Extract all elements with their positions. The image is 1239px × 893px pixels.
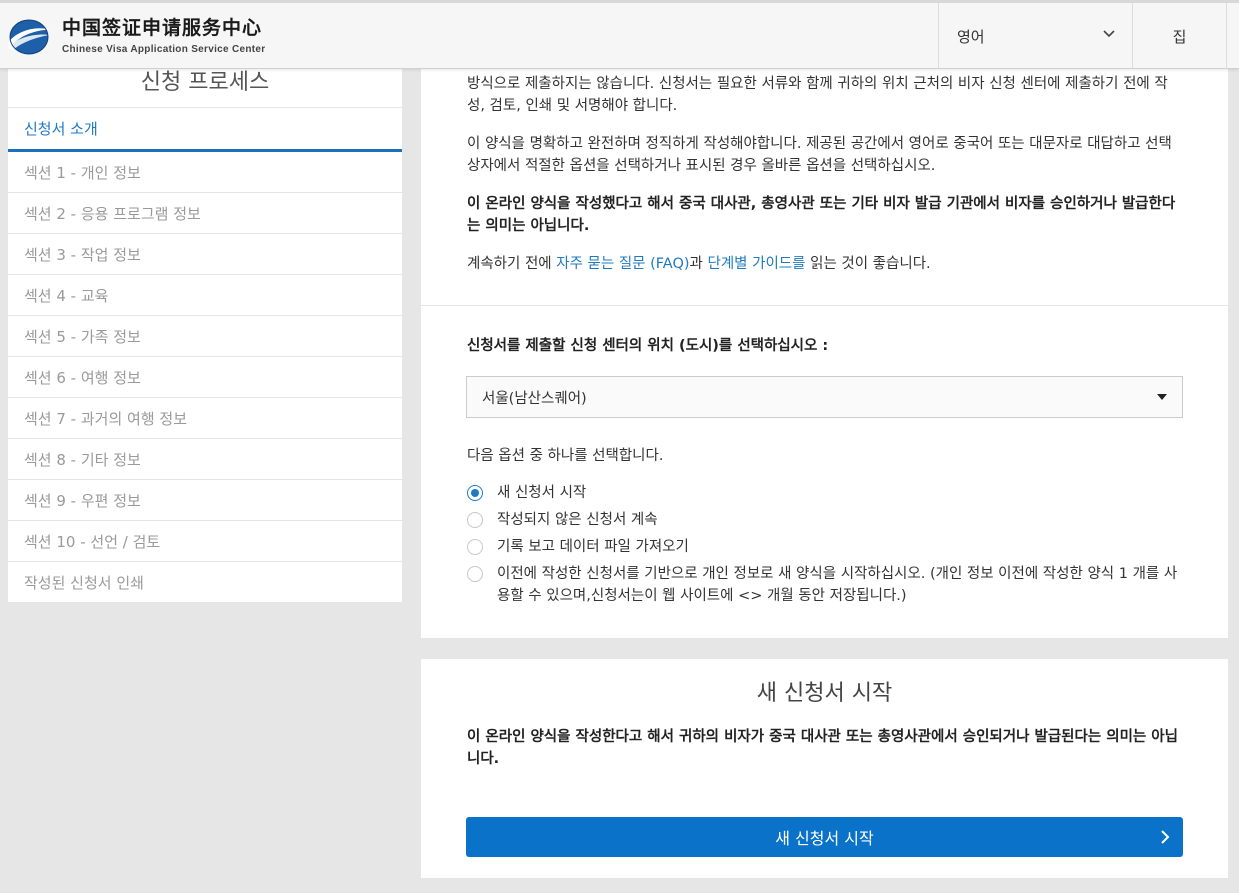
home-link[interactable]: 집 (1132, 3, 1227, 69)
intro-paragraph-1: 방식으로 제출하지는 않습니다. 신청서는 필요한 서류와 함께 귀하의 위치 … (467, 76, 1168, 114)
visa-center-logo-icon[interactable] (6, 17, 52, 57)
sidebar-item-section-9[interactable]: 섹션 9 - 우편 정보 (8, 480, 402, 521)
sidebar-item-section-2[interactable]: 섹션 2 - 응용 프로그램 정보 (8, 193, 402, 234)
chevron-right-icon (1161, 830, 1170, 844)
sidebar-item-print[interactable]: 작성된 신청서 인쇄 (8, 562, 402, 603)
options-label: 다음 옵션 중 하나를 선택합니다. (467, 448, 664, 464)
sidebar-item-intro[interactable]: 신청서 소개 (8, 108, 402, 152)
option-label: 새 신청서 시작 (497, 485, 587, 501)
guide-link[interactable]: 단계별 가이드를 (708, 256, 806, 272)
sidebar-item-section-5[interactable]: 섹션 5 - 가족 정보 (8, 316, 402, 357)
radio-unchecked-icon[interactable] (467, 566, 483, 582)
site-header: 中国签证申请服务中心 Chinese Visa Application Serv… (0, 0, 1239, 69)
faq-link[interactable]: 자주 묻는 질문 (FAQ) (556, 256, 689, 272)
new-application-title: 새 신청서 시작 (756, 681, 893, 706)
sidebar-item-section-4[interactable]: 섹션 4 - 교육 (8, 275, 402, 316)
option-new-from-previous[interactable]: 이전에 작성한 신청서를 기반으로 개인 정보로 새 양식을 시작하십시오. (… (467, 563, 1185, 607)
intro-paragraph-2: 이 양식을 명확하고 완전하며 정직하게 작성해야합니다. 제공된 공간에서 영… (467, 136, 1172, 174)
option-import-data-file[interactable]: 기록 보고 데이터 파일 가져오기 (467, 536, 689, 558)
option-new-application[interactable]: 새 신청서 시작 (467, 482, 586, 504)
intro-p4-prefix: 계속하기 전에 (467, 256, 557, 272)
new-application-notice: 이 온라인 양식을 작성한다고 해서 귀하의 비자가 중국 대사관 또는 총영사… (467, 729, 1178, 767)
radio-checked-icon[interactable] (467, 485, 483, 501)
sidebar-item-section-6[interactable]: 섹션 6 - 여행 정보 (8, 357, 402, 398)
location-label: 신청서를 제출할 신청 센터의 위치 (도시)를 선택하십시오 : (467, 338, 829, 354)
language-select[interactable]: 영어 (938, 3, 1132, 69)
radio-unchecked-icon[interactable] (467, 512, 483, 528)
sidebar-item-section-3[interactable]: 섹션 3 - 작업 정보 (8, 234, 402, 275)
option-continue-application[interactable]: 작성되지 않은 신청서 계속 (467, 509, 658, 531)
option-label: 작성되지 않은 신청서 계속 (497, 512, 658, 528)
process-sidebar: 신청 프로세스 신청서 소개 섹션 1 - 개인 정보 섹션 2 - 응용 프로… (8, 40, 402, 603)
intro-notice: 이 온라인 양식을 작성했다고 해서 중국 대사관, 총영사관 또는 기타 비자… (467, 196, 1176, 234)
intro-panel: 방식으로 제출하지는 않습니다. 신청서는 필요한 서류와 함께 귀하의 위치 … (421, 40, 1228, 638)
sidebar-item-section-8[interactable]: 섹션 8 - 기타 정보 (8, 439, 402, 480)
caret-down-icon (1157, 394, 1167, 400)
radio-unchecked-icon[interactable] (467, 539, 483, 555)
brand-chinese-name: 中国签证申请服务中心 (62, 17, 263, 39)
intro-paragraph-4: 계속하기 전에 자주 묻는 질문 (FAQ)과 단계별 가이드를 읽는 것이 좋… (467, 253, 1185, 275)
new-application-panel: 새 신청서 시작 이 온라인 양식을 작성한다고 해서 귀하의 비자가 중국 대… (421, 659, 1228, 878)
option-label: 이전에 작성한 신청서를 기반으로 개인 정보로 새 양식을 시작하십시오. (… (497, 566, 1178, 604)
chevron-down-icon (1103, 30, 1115, 38)
brand-english-name: Chinese Visa Application Service Center (62, 44, 266, 55)
intro-p4-mid: 과 (689, 256, 708, 272)
option-label: 기록 보고 데이터 파일 가져오기 (497, 539, 689, 555)
language-select-value: 영어 (957, 27, 985, 46)
intro-p4-suffix: 읽는 것이 좋습니다. (805, 256, 931, 272)
sidebar-item-section-1[interactable]: 섹션 1 - 개인 정보 (8, 152, 402, 193)
start-button-label: 새 신청서 시작 (775, 829, 874, 848)
sidebar-item-section-7[interactable]: 섹션 7 - 과거의 여행 정보 (8, 398, 402, 439)
start-new-application-button[interactable]: 새 신청서 시작 (466, 817, 1183, 857)
brand[interactable]: 中国签证申请服务中心 Chinese Visa Application Serv… (62, 16, 265, 55)
location-select[interactable]: 서울(남산스퀘어) (466, 376, 1183, 418)
section-divider (421, 305, 1228, 306)
location-select-value: 서울(남산스퀘어) (482, 390, 587, 407)
sidebar-item-section-10[interactable]: 섹션 10 - 선언 / 검토 (8, 521, 402, 562)
